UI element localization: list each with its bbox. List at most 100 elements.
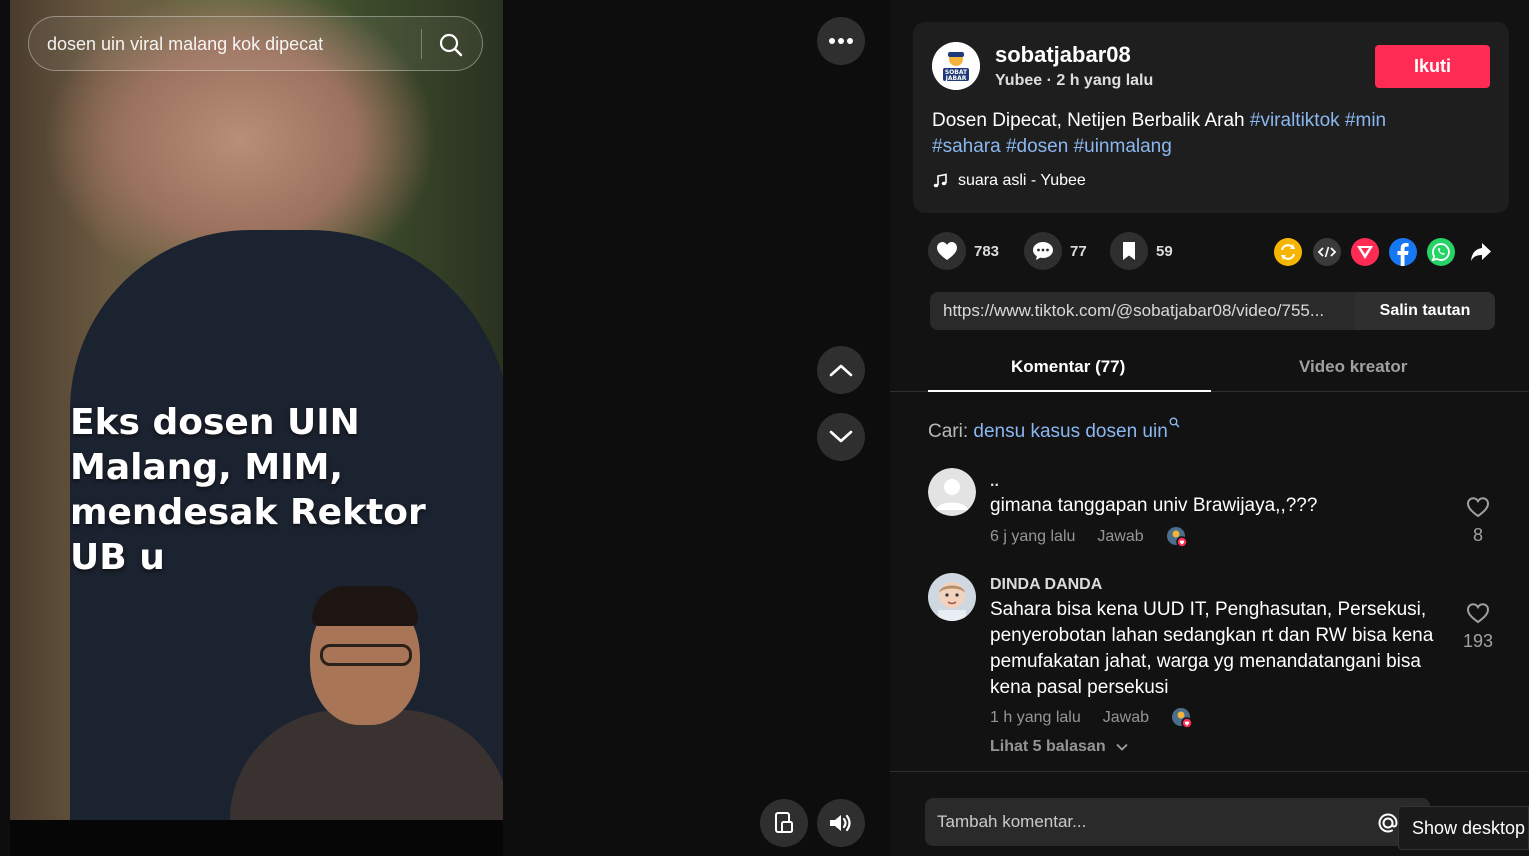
like-button[interactable]: [928, 232, 966, 270]
reply-button[interactable]: Jawab: [1103, 709, 1149, 727]
repost-icon: [1274, 238, 1302, 266]
tab-creator-videos[interactable]: Video kreator: [1299, 357, 1407, 377]
more-share-button[interactable]: [1467, 238, 1495, 266]
hashtag-link[interactable]: #viraltiktok: [1250, 110, 1340, 131]
author-avatar[interactable]: SOBAT JABAR: [932, 42, 980, 90]
send-to-friend-button[interactable]: [1351, 238, 1379, 266]
creator-liked-badge-icon: [1171, 708, 1193, 729]
floating-player-icon: [775, 812, 793, 833]
meta-separator: ·: [1042, 72, 1057, 89]
post-time: 2 h yang lalu: [1056, 72, 1154, 89]
comment-like[interactable]: 8: [1458, 496, 1498, 546]
panel-tabs: Komentar (77) Video kreator: [890, 345, 1529, 392]
video-player[interactable]: Eks dosen UIN Malang, MIM, mendesak Rekt…: [10, 0, 503, 856]
share-facebook-button[interactable]: [1389, 238, 1417, 266]
search-small-icon: [1169, 417, 1180, 428]
floating-player-button[interactable]: [760, 799, 808, 847]
video-search-query[interactable]: dosen uin viral malang kok dipecat: [47, 34, 323, 55]
svg-text:JABAR: JABAR: [945, 75, 967, 82]
comment-bubble-icon: [1033, 242, 1053, 260]
video-inset-speaker: [220, 580, 503, 856]
author-logo: SOBAT JABAR: [932, 42, 980, 90]
like-count: 783: [974, 242, 1000, 260]
follow-button[interactable]: Ikuti: [1375, 45, 1490, 88]
view-replies-button[interactable]: Lihat 5 balasan: [990, 738, 1128, 756]
post-description: Dosen Dipecat, Netijen Berbalik Arah #vi…: [932, 108, 1492, 160]
view-replies-label: Lihat 5 balasan: [990, 738, 1106, 755]
details-panel: SOBAT JABAR sobatjabar08 Yubee · 2 h yan…: [890, 0, 1529, 856]
commenter-name[interactable]: ..: [990, 473, 999, 491]
previous-video-button[interactable]: [817, 346, 865, 394]
repost-button[interactable]: [1274, 238, 1302, 266]
bookmark-icon: [1123, 242, 1135, 260]
commenter-avatar[interactable]: [928, 573, 976, 621]
comment-meta: 6 j yang lalu Jawab: [990, 526, 1188, 548]
share-whatsapp-button[interactable]: [1427, 238, 1455, 266]
bookmark-action[interactable]: 59: [1110, 232, 1173, 270]
comment-time: 1 h yang lalu: [990, 709, 1081, 726]
hashtag-link[interactable]: #dosen: [1006, 136, 1068, 157]
default-avatar-icon: [928, 468, 976, 516]
next-video-button[interactable]: [817, 413, 865, 461]
baby-avatar-image: [928, 573, 976, 621]
author-name: Yubee: [995, 72, 1043, 89]
heart-outline-icon: [1466, 603, 1490, 624]
hashtag-link[interactable]: #uinmalang: [1074, 136, 1172, 157]
commenter-avatar[interactable]: [928, 468, 976, 516]
like-action[interactable]: 783: [928, 232, 999, 270]
volume-button[interactable]: [817, 799, 865, 847]
video-area: Eks dosen UIN Malang, MIM, mendesak Rekt…: [0, 0, 890, 856]
comment-text: Sahara bisa kena UUD IT, Penghasutan, Pe…: [990, 599, 1434, 698]
author-meta: Yubee · 2 h yang lalu: [995, 72, 1153, 90]
music-title: suara asli - Yubee: [958, 172, 1086, 189]
reply-button[interactable]: Jawab: [1097, 528, 1143, 546]
tab-comments[interactable]: Komentar (77): [1011, 357, 1125, 377]
comment-action[interactable]: 77: [1024, 232, 1087, 270]
heart-icon: [937, 242, 957, 260]
video-link-row: https://www.tiktok.com/@sobatjabar08/vid…: [930, 292, 1495, 330]
comment-input-box[interactable]: Tambah komentar...: [925, 798, 1444, 846]
comment-time: 6 j yang lalu: [990, 528, 1076, 545]
author-username[interactable]: sobatjabar08: [995, 42, 1131, 68]
music-note-icon: [933, 173, 947, 188]
comment-search-suggestion[interactable]: Cari: densu kasus dosen uin: [928, 417, 1180, 443]
video-overlay-caption: Eks dosen UIN Malang, MIM, mendesak Rekt…: [70, 402, 426, 578]
show-desktop-tooltip: Show desktop: [1398, 806, 1529, 850]
copy-link-button[interactable]: Salin tautan: [1355, 292, 1495, 330]
heart-outline-icon: [1466, 497, 1490, 518]
description-text: Dosen Dipecat, Netijen Berbalik Arah: [932, 110, 1250, 131]
hashtag-link[interactable]: #sahara: [932, 136, 1001, 157]
tiktok-video-page: Eks dosen UIN Malang, MIM, mendesak Rekt…: [0, 0, 1529, 856]
facebook-icon: [1389, 238, 1417, 266]
share-arrow-icon: [1471, 243, 1491, 261]
video-bottom-bar: [10, 820, 503, 856]
commenter-name[interactable]: DINDA DANDA: [990, 576, 1102, 594]
search-divider: [421, 29, 422, 59]
search-suggestion-query[interactable]: densu kasus dosen uin: [973, 421, 1167, 442]
more-icon: [829, 38, 853, 44]
comment-item: .. gimana tanggapan univ Brawijaya,,??? …: [928, 468, 1490, 558]
volume-icon: [830, 814, 851, 832]
video-search-bar[interactable]: dosen uin viral malang kok dipecat: [28, 16, 483, 71]
comment-input-placeholder[interactable]: Tambah komentar...: [937, 812, 1086, 832]
creator-liked-badge-icon: [1166, 527, 1188, 548]
more-options-button[interactable]: [817, 17, 865, 65]
bookmark-button[interactable]: [1110, 232, 1148, 270]
comment-button[interactable]: [1024, 232, 1062, 270]
bookmark-count: 59: [1156, 242, 1173, 260]
comment-like-count: 8: [1472, 525, 1483, 545]
embed-button[interactable]: [1313, 238, 1341, 266]
comment-meta: 1 h yang lalu Jawab: [990, 707, 1193, 729]
comment-count: 77: [1070, 242, 1087, 260]
search-suggestion-prefix: Cari:: [928, 421, 974, 442]
comment-input-divider: [890, 771, 1529, 772]
post-info-card: SOBAT JABAR sobatjabar08 Yubee · 2 h yan…: [913, 22, 1509, 213]
send-icon: [1351, 238, 1379, 266]
music-link[interactable]: suara asli - Yubee: [932, 172, 1086, 190]
chevron-down-icon: [1116, 743, 1128, 751]
hashtag-link[interactable]: #min: [1345, 110, 1386, 131]
comment-like[interactable]: 193: [1458, 602, 1498, 652]
video-link-url[interactable]: https://www.tiktok.com/@sobatjabar08/vid…: [943, 301, 1348, 321]
whatsapp-icon: [1427, 238, 1455, 266]
search-icon[interactable]: [437, 31, 465, 59]
